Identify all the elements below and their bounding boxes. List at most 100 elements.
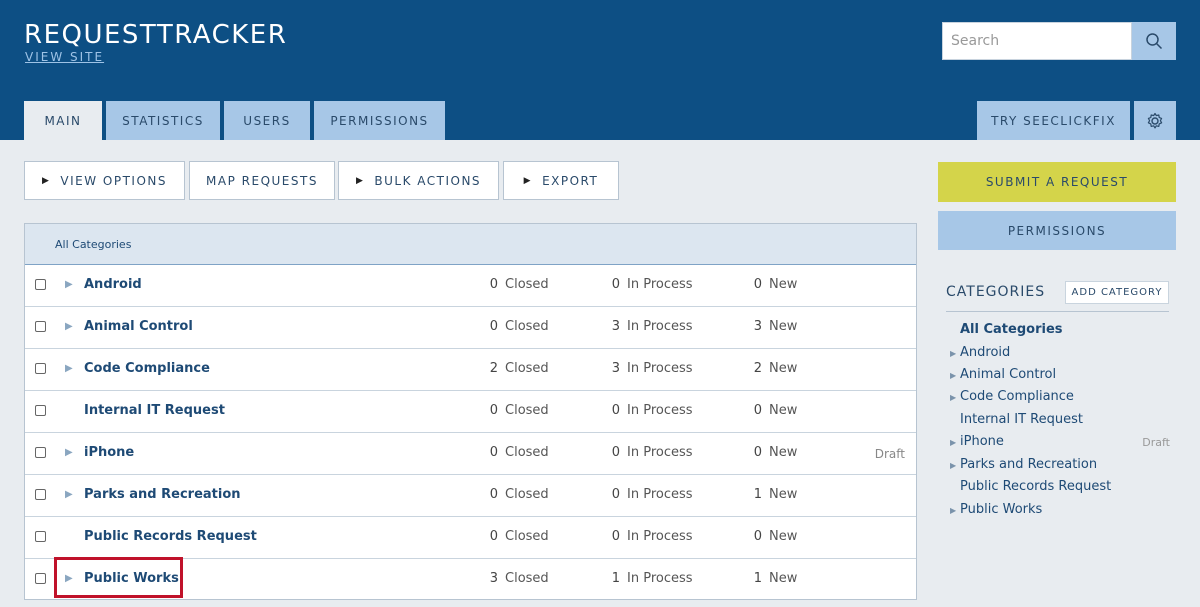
table-header: All Categories [25, 224, 916, 265]
submit-request-button[interactable]: SUBMIT A REQUEST [938, 162, 1176, 202]
new-count: 0 [753, 277, 762, 292]
sidebar-category-label: Internal IT Request [960, 412, 1083, 427]
new-label: New [769, 319, 798, 334]
category-name[interactable]: Internal IT Request [84, 403, 225, 418]
map-requests-button[interactable]: MAP REQUESTS [189, 161, 335, 200]
category-name[interactable]: Public Works [84, 571, 179, 586]
table-row[interactable]: ▶ Public Works 3 Closed 1 In Process 1 N… [25, 559, 916, 601]
in-process-label: In Process [627, 571, 693, 586]
closed-count: 0 [489, 319, 498, 334]
expand-icon: ▶ [950, 506, 957, 515]
sidebar-category-item[interactable]: ▶ Animal Control [950, 367, 1170, 382]
sidebar-category-item[interactable]: ▶ iPhone Draft [950, 434, 1170, 449]
expand-icon[interactable]: ▶ [65, 447, 73, 458]
tab-permissions[interactable]: PERMISSIONS [314, 101, 445, 140]
row-checkbox[interactable] [35, 405, 46, 416]
view-options-button[interactable]: ▶ VIEW OPTIONS [24, 161, 185, 200]
in-process-count: 3 [611, 319, 620, 334]
row-checkbox[interactable] [35, 573, 46, 584]
search-box [942, 22, 1176, 60]
table-row[interactable]: ▶ Code Compliance 2 Closed 3 In Process … [25, 349, 916, 391]
try-seeclickfix-button[interactable]: TRY SEECLICKFIX [977, 101, 1130, 140]
new-label: New [769, 571, 798, 586]
new-label: New [769, 529, 798, 544]
sidebar-category-item[interactable]: Internal IT Request [950, 412, 1170, 427]
category-name[interactable]: Animal Control [84, 319, 193, 334]
export-label: EXPORT [542, 173, 599, 188]
closed-count: 0 [489, 529, 498, 544]
closed-count: 0 [489, 487, 498, 502]
table-row[interactable]: Internal IT Request 0 Closed 0 In Proces… [25, 391, 916, 433]
in-process-label: In Process [627, 277, 693, 292]
row-checkbox[interactable] [35, 531, 46, 542]
row-checkbox[interactable] [35, 279, 46, 290]
tab-statistics[interactable]: STATISTICS [106, 101, 220, 140]
row-checkbox[interactable] [35, 489, 46, 500]
category-name[interactable]: iPhone [84, 445, 134, 460]
sidebar-category-label: Code Compliance [960, 389, 1074, 404]
new-count: 0 [753, 403, 762, 418]
category-name[interactable]: Parks and Recreation [84, 487, 241, 502]
row-checkbox[interactable] [35, 363, 46, 374]
new-label: New [769, 361, 798, 376]
sidebar-category-label: iPhone [960, 434, 1004, 449]
settings-button[interactable] [1134, 101, 1176, 140]
table-row[interactable]: ▶ Parks and Recreation 0 Closed 0 In Pro… [25, 475, 916, 517]
new-label: New [769, 445, 798, 460]
table-row[interactable]: Public Records Request 0 Closed 0 In Pro… [25, 517, 916, 559]
in-process-count: 0 [611, 277, 620, 292]
expand-icon[interactable]: ▶ [65, 279, 73, 290]
bulk-actions-button[interactable]: ▶ BULK ACTIONS [338, 161, 499, 200]
in-process-label: In Process [627, 445, 693, 460]
add-category-button[interactable]: ADD CATEGORY [1065, 281, 1169, 304]
expand-icon[interactable]: ▶ [65, 363, 73, 374]
expand-icon: ▶ [950, 461, 957, 470]
in-process-label: In Process [627, 361, 693, 376]
table-row[interactable]: ▶ Android 0 Closed 0 In Process 0 New [25, 265, 916, 307]
category-name[interactable]: Code Compliance [84, 361, 210, 376]
sidebar-category-label: Public Records Request [960, 479, 1112, 494]
categories-table: All Categories ▶ Android 0 Closed 0 In P… [24, 223, 917, 600]
sidebar-category-item[interactable]: ▶ Android [950, 345, 1170, 360]
new-count: 3 [753, 319, 762, 334]
row-checkbox[interactable] [35, 321, 46, 332]
sidebar-category-item[interactable]: All Categories [950, 322, 1170, 337]
view-options-label: VIEW OPTIONS [60, 173, 168, 188]
site-title[interactable]: REQUESTTRACKER [24, 20, 287, 50]
closed-count: 0 [489, 445, 498, 460]
expand-icon[interactable]: ▶ [65, 321, 73, 332]
divider [946, 311, 1169, 312]
closed-label: Closed [505, 487, 549, 502]
sidebar-category-item[interactable]: Public Records Request [950, 479, 1170, 494]
sidebar-category-label: All Categories [960, 322, 1063, 337]
search-input[interactable] [942, 22, 1132, 60]
sidebar-category-label: Parks and Recreation [960, 457, 1098, 472]
expand-icon[interactable]: ▶ [65, 573, 73, 584]
in-process-count: 0 [611, 445, 620, 460]
table-row[interactable]: ▶ iPhone 0 Closed 0 In Process 0 New Dra… [25, 433, 916, 475]
draft-badge: Draft [874, 447, 905, 461]
view-site-link[interactable]: VIEW SITE [25, 50, 104, 64]
category-name[interactable]: Android [84, 277, 142, 292]
table-row[interactable]: ▶ Animal Control 0 Closed 3 In Process 3… [25, 307, 916, 349]
new-count: 1 [753, 571, 762, 586]
search-button[interactable] [1132, 22, 1176, 60]
row-checkbox[interactable] [35, 447, 46, 458]
sidebar-category-item[interactable]: ▶ Code Compliance [950, 389, 1170, 404]
export-button[interactable]: ▶ EXPORT [503, 161, 619, 200]
in-process-count: 0 [611, 403, 620, 418]
expand-icon[interactable]: ▶ [65, 489, 73, 500]
sidebar-category-item[interactable]: ▶ Public Works [950, 502, 1170, 517]
in-process-label: In Process [627, 319, 693, 334]
closed-label: Closed [505, 319, 549, 334]
tab-main[interactable]: MAIN [24, 101, 102, 140]
new-label: New [769, 403, 798, 418]
gear-icon [1147, 112, 1163, 128]
expand-icon: ▶ [950, 393, 957, 402]
sidebar-category-item[interactable]: ▶ Parks and Recreation [950, 457, 1170, 472]
category-name[interactable]: Public Records Request [84, 529, 257, 544]
tab-users[interactable]: USERS [224, 101, 310, 140]
new-label: New [769, 277, 798, 292]
draft-badge: Draft [1142, 436, 1170, 449]
permissions-button[interactable]: PERMISSIONS [938, 211, 1176, 250]
